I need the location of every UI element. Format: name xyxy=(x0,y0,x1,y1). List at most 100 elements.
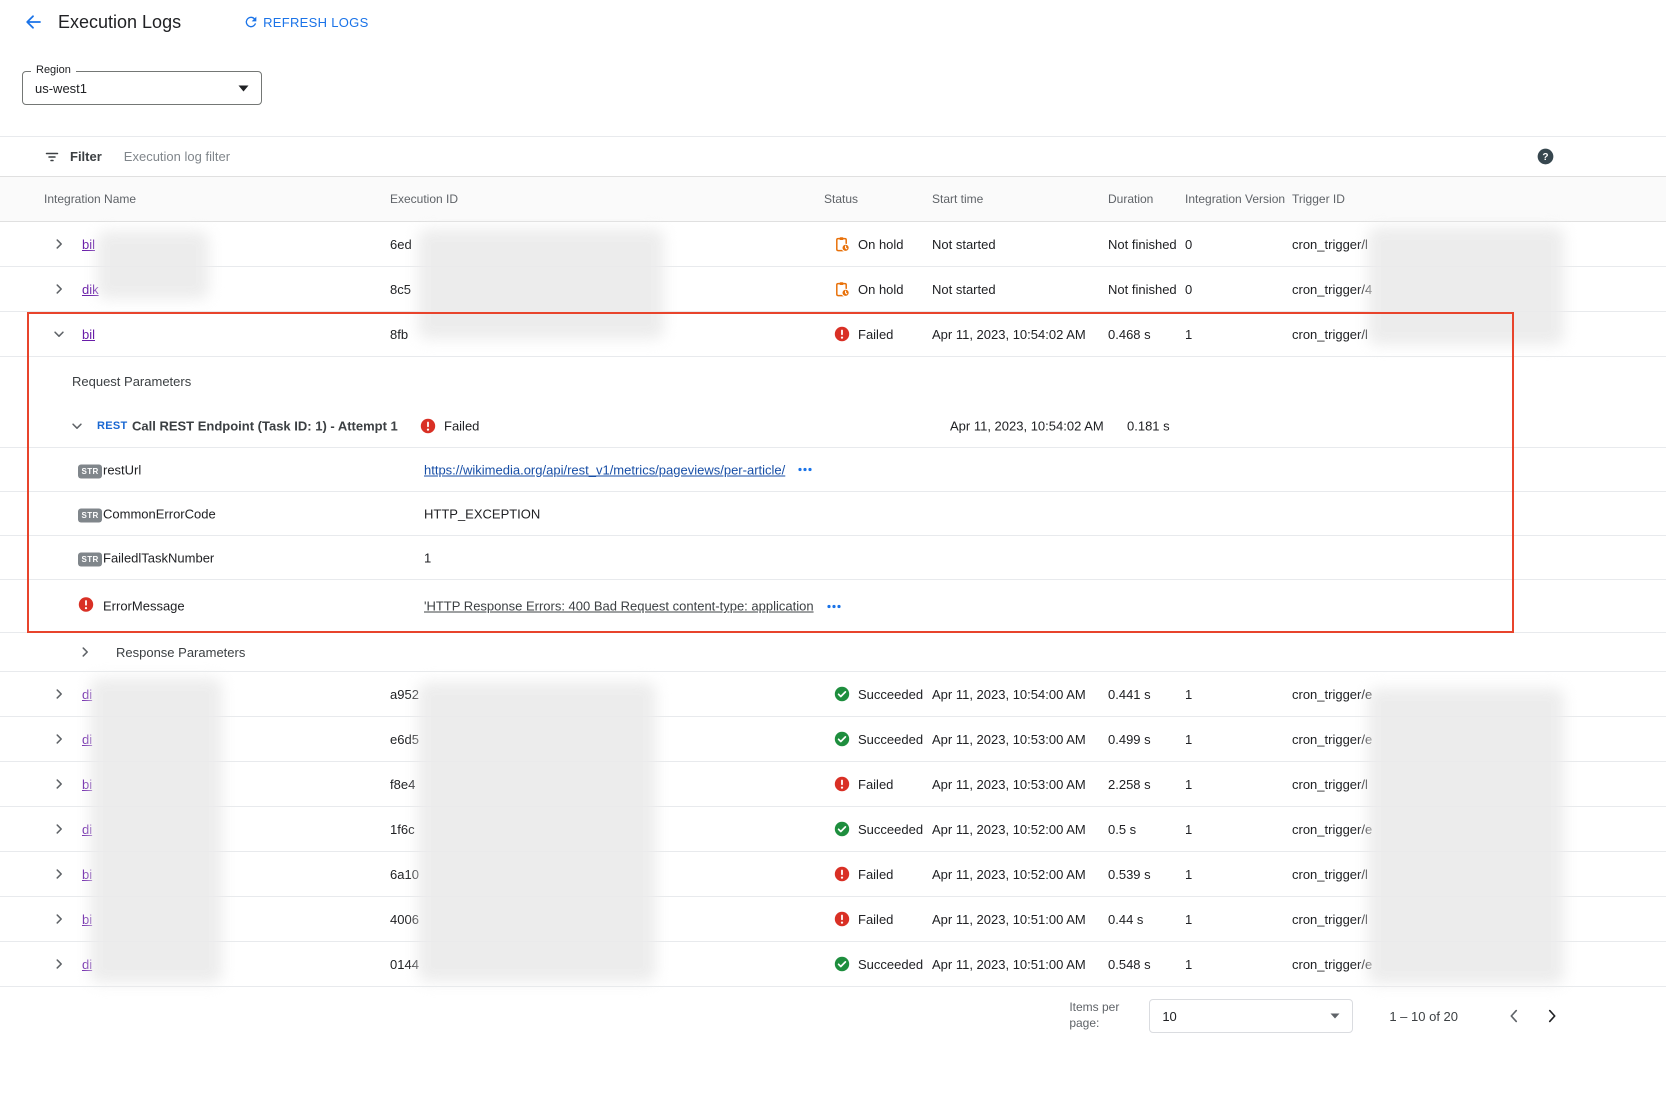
status-cell: Succeeded xyxy=(824,686,932,702)
col-header-execution-id: Execution ID xyxy=(390,192,824,206)
expand-response-parameters-button[interactable] xyxy=(72,639,98,665)
trigger-id-cell: cron_trigger/l xyxy=(1292,237,1666,252)
chevron-down-icon xyxy=(52,327,66,341)
error-message-link[interactable]: 'HTTP Response Errors: 400 Bad Request c… xyxy=(424,599,814,614)
next-page-button[interactable] xyxy=(1538,1002,1566,1030)
expand-row-button[interactable] xyxy=(46,861,72,887)
parameter-value-cell: HTTP_EXCEPTION xyxy=(424,506,540,521)
expand-row-button[interactable] xyxy=(46,681,72,707)
execution-id-cell: 8c5 xyxy=(390,282,824,297)
start-time-cell: Apr 11, 2023, 10:51:00 AM xyxy=(932,957,1108,972)
task-duration: 0.181 s xyxy=(1127,419,1170,434)
integration-version-cell: 1 xyxy=(1185,687,1292,702)
trigger-id-cell: cron_trigger/l xyxy=(1292,912,1666,927)
collapse-task-button[interactable] xyxy=(64,413,90,439)
previous-page-button[interactable] xyxy=(1500,1002,1528,1030)
chevron-down-icon xyxy=(70,419,84,433)
status-label: Failed xyxy=(858,912,893,927)
integration-name-link[interactable]: bi xyxy=(82,912,92,927)
expand-row-button[interactable] xyxy=(46,231,72,257)
execution-id-cell: a952 xyxy=(390,687,824,702)
expand-cell xyxy=(36,276,82,302)
collapse-row-button[interactable] xyxy=(46,321,72,347)
integration-name-cell: di xyxy=(82,732,390,747)
integration-name-cell: bil xyxy=(82,237,390,252)
failed-icon xyxy=(834,866,850,882)
expand-cell xyxy=(36,951,82,977)
arrow-back-icon xyxy=(24,13,42,31)
expand-row-button[interactable] xyxy=(46,726,72,752)
svg-text:?: ? xyxy=(1542,152,1548,163)
string-type-badge: STR xyxy=(78,553,102,567)
integration-name-link[interactable]: di xyxy=(82,687,92,702)
integration-name-link[interactable]: di xyxy=(82,957,92,972)
succeeded-icon xyxy=(834,731,850,747)
expand-cell xyxy=(36,861,82,887)
items-per-page-value: 10 xyxy=(1162,1009,1330,1024)
region-select[interactable]: Region us-west1 xyxy=(22,71,262,105)
integration-name-link[interactable]: di xyxy=(82,732,92,747)
chevron-right-icon xyxy=(52,822,66,836)
more-dots-icon xyxy=(797,467,813,473)
integration-name-link[interactable]: bi xyxy=(82,777,92,792)
start-time-cell: Apr 11, 2023, 10:52:00 AM xyxy=(932,822,1108,837)
expand-row-button[interactable] xyxy=(46,951,72,977)
status-label: Succeeded xyxy=(858,822,923,837)
region-select-value: us-west1 xyxy=(35,81,238,96)
integration-name-link[interactable]: dik xyxy=(82,282,99,297)
parameter-type-cell: STR xyxy=(78,550,102,565)
parameter-row: STR FailedlTaskNumber 1 xyxy=(0,536,1666,580)
integration-name-link[interactable]: bi xyxy=(82,867,92,882)
request-parameters-header: Request Parameters xyxy=(0,357,1666,405)
refresh-logs-button[interactable]: REFRESH LOGS xyxy=(243,14,368,30)
integration-version-cell: 1 xyxy=(1185,777,1292,792)
integration-name-link[interactable]: bil xyxy=(82,237,95,252)
parameter-value-link[interactable]: https://wikimedia.org/api/rest_v1/metric… xyxy=(424,462,785,477)
execution-id-cell: 6a10 xyxy=(390,867,824,882)
back-button[interactable] xyxy=(18,7,48,37)
expand-row-button[interactable] xyxy=(46,276,72,302)
task-attempt-row: REST Call REST Endpoint (Task ID: 1) - A… xyxy=(0,405,1666,448)
parameter-type-cell: STR xyxy=(78,462,102,477)
duration-cell: 2.258 s xyxy=(1108,777,1185,792)
start-time-cell: Apr 11, 2023, 10:51:00 AM xyxy=(932,912,1108,927)
table-row: bil 6ed On hold Not started Not finished… xyxy=(0,222,1666,267)
duration-cell: 0.539 s xyxy=(1108,867,1185,882)
logs-table-card: Filter ? Integration Name Execution ID S… xyxy=(0,136,1666,987)
task-status-label: Failed xyxy=(444,419,479,434)
duration-cell: 0.468 s xyxy=(1108,327,1185,342)
parameter-row: ErrorMessage 'HTTP Response Errors: 400 … xyxy=(0,580,1666,633)
items-per-page-select[interactable]: 10 xyxy=(1149,999,1353,1033)
help-button[interactable]: ? xyxy=(1537,148,1554,165)
page-title: Execution Logs xyxy=(58,12,181,33)
expand-row-button[interactable] xyxy=(46,816,72,842)
integration-name-link[interactable]: di xyxy=(82,822,92,837)
expand-value-button[interactable] xyxy=(795,465,815,475)
failed-icon xyxy=(420,418,436,434)
chevron-right-icon xyxy=(52,732,66,746)
expand-row-button[interactable] xyxy=(46,771,72,797)
start-time-cell: Apr 11, 2023, 10:54:02 AM xyxy=(932,327,1108,342)
execution-id-cell: 4006 xyxy=(390,912,824,927)
expand-cell xyxy=(36,231,82,257)
integration-name-cell: bi xyxy=(82,912,390,927)
execution-id-cell: f8e4 xyxy=(390,777,824,792)
parameter-row: STR CommonErrorCode HTTP_EXCEPTION xyxy=(0,492,1666,536)
chevron-right-icon xyxy=(52,957,66,971)
expand-cell xyxy=(36,906,82,932)
succeeded-icon xyxy=(834,686,850,702)
execution-id-cell: 8fb xyxy=(390,327,824,342)
duration-cell: Not finished xyxy=(1108,282,1185,297)
items-per-page-label: Items per page: xyxy=(1069,1000,1135,1031)
integration-version-cell: 0 xyxy=(1185,237,1292,252)
status-cell: On hold xyxy=(824,236,932,252)
expand-row-button[interactable] xyxy=(46,906,72,932)
filter-input[interactable] xyxy=(124,149,1537,164)
table-header-row: Integration Name Execution ID Status Sta… xyxy=(0,176,1666,222)
trigger-id-cell: cron_trigger/4 xyxy=(1292,282,1666,297)
expand-cell xyxy=(36,681,82,707)
expand-value-button[interactable] xyxy=(824,601,844,611)
integration-name-link[interactable]: bil xyxy=(82,327,95,342)
on-hold-icon xyxy=(834,236,850,252)
execution-id-cell: e6d5 xyxy=(390,732,824,747)
